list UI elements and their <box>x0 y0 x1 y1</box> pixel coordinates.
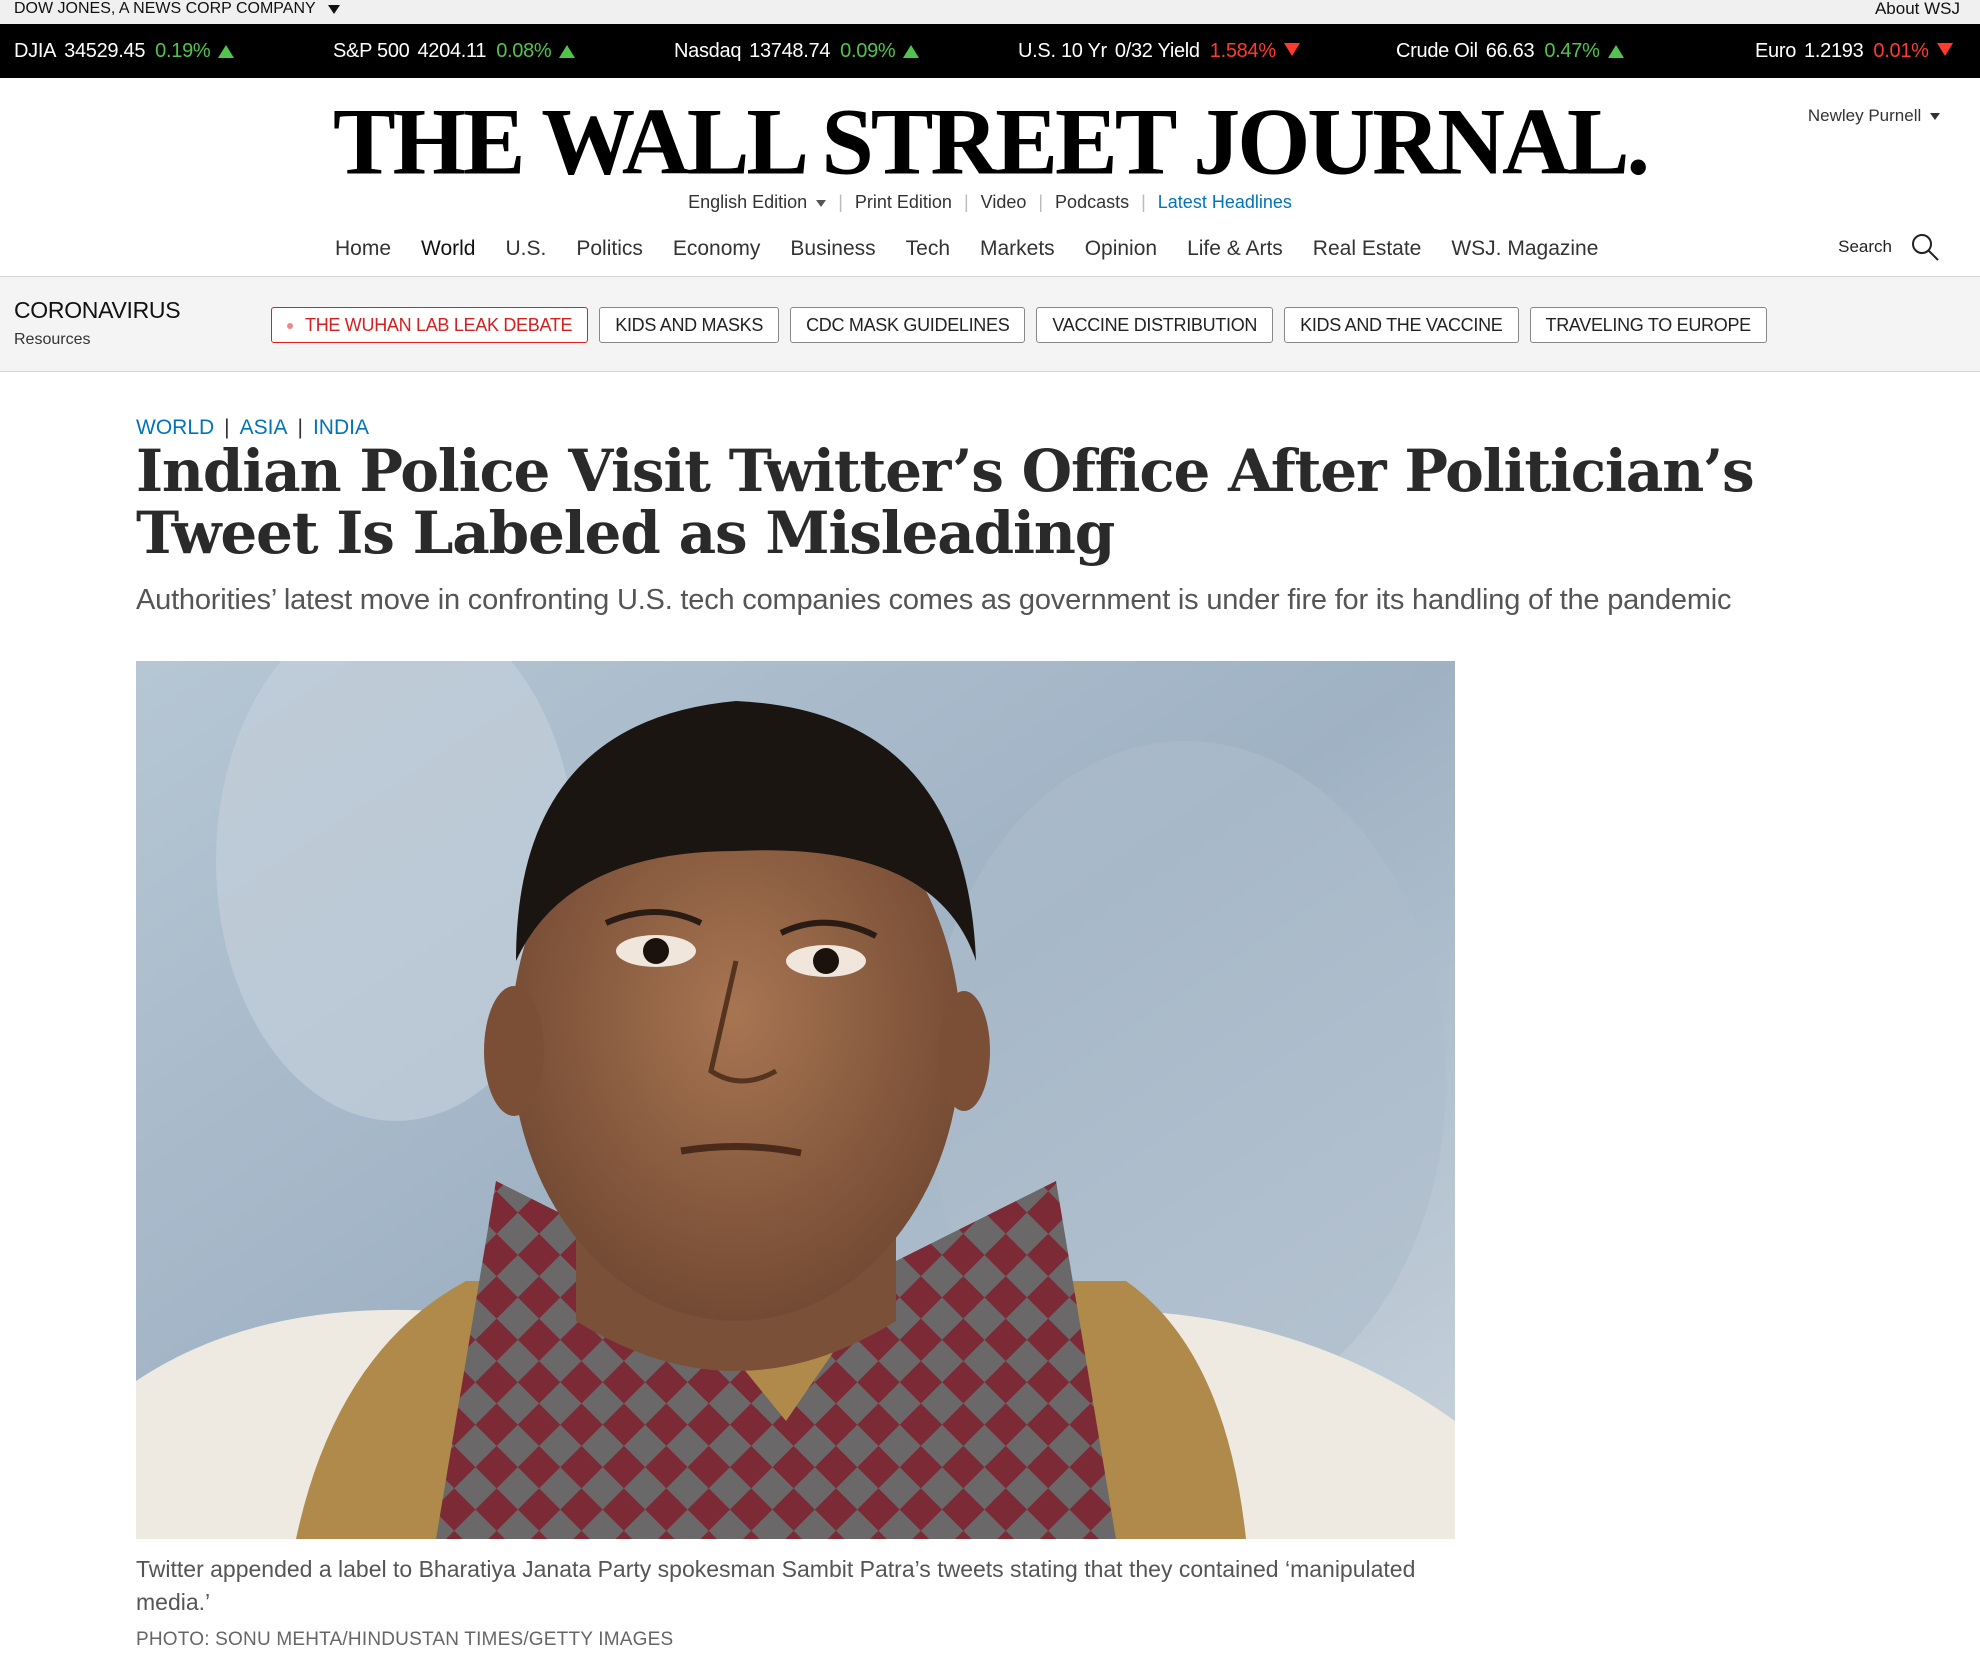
topic-pills: THE WUHAN LAB LEAK DEBATE KIDS AND MASKS… <box>271 307 1767 343</box>
divider: | <box>224 416 230 439</box>
nav-life-arts[interactable]: Life & Arts <box>1172 234 1298 264</box>
breadcrumb-world[interactable]: WORLD <box>136 416 214 439</box>
ticker-change: 0.08% <box>496 40 552 62</box>
ticker-value: 1.2193 <box>1804 40 1864 62</box>
search-icon <box>1912 234 1939 261</box>
ticker-name: S&P 500 <box>333 40 410 62</box>
dow-jones-menu[interactable]: DOW JONES, A NEWS CORP COMPANY <box>14 0 340 18</box>
breadcrumb-india[interactable]: INDIA <box>313 416 369 439</box>
nav-business[interactable]: Business <box>775 234 890 264</box>
arrow-down-icon <box>1936 43 1953 56</box>
coronavirus-subtitle: Resources <box>14 331 91 348</box>
ticker-change: 0.01% <box>1873 40 1929 62</box>
ticker-change: 0.47% <box>1544 40 1600 62</box>
english-edition-label: English Edition <box>688 192 808 212</box>
latest-headlines-link[interactable]: Latest Headlines <box>1146 192 1304 212</box>
ticker-item-crude[interactable]: Crude Oil 66.63 0.47% <box>1396 24 1624 78</box>
ticker-value: 0/32 Yield <box>1114 40 1200 62</box>
ticker-name: Crude Oil <box>1396 40 1478 62</box>
search-label: Search <box>1838 237 1892 256</box>
ticker-item-euro[interactable]: Euro 1.2193 0.01% <box>1755 24 1953 78</box>
coronavirus-title[interactable]: CORONAVIRUS <box>14 297 181 324</box>
nav-opinion[interactable]: Opinion <box>1070 234 1172 264</box>
topic-pill-wuhan-lab[interactable]: THE WUHAN LAB LEAK DEBATE <box>271 307 589 343</box>
caret-down-icon <box>327 4 340 14</box>
ticker-change: 0.19% <box>155 40 211 62</box>
breadcrumb-asia[interactable]: ASIA <box>240 416 288 439</box>
search-button[interactable]: Search <box>1838 232 1940 262</box>
topic-pill-traveling-europe[interactable]: TRAVELING TO EUROPE <box>1529 307 1767 343</box>
ticker-value: 66.63 <box>1485 40 1535 62</box>
main-nav: Home World U.S. Politics Economy Busines… <box>320 234 1613 264</box>
article-photo <box>136 661 1455 1539</box>
market-ticker: DJIA 34529.45 0.19% S&P 500 4204.11 0.08% Na… <box>0 24 1980 78</box>
arrow-up-icon <box>218 45 235 58</box>
nav-us[interactable]: U.S. <box>491 234 562 264</box>
article-headline: Indian Police Visit Twitter’s Office Aft… <box>136 437 1755 567</box>
ticker-name: DJIA <box>14 40 57 62</box>
corporate-label: DOW JONES, A NEWS CORP COMPANY <box>14 0 316 17</box>
nav-real-estate[interactable]: Real Estate <box>1298 234 1437 264</box>
arrow-up-icon <box>903 45 920 58</box>
ticker-name: Euro <box>1755 40 1797 62</box>
nav-home[interactable]: Home <box>320 234 406 264</box>
caret-down-icon <box>816 199 827 207</box>
ticker-change: 0.09% <box>840 40 896 62</box>
ticker-item-nasdaq[interactable]: Nasdaq 13748.74 0.09% <box>674 24 920 78</box>
ticker-name: U.S. 10 Yr <box>1018 40 1107 62</box>
nav-politics[interactable]: Politics <box>561 234 658 264</box>
topic-pill-kids-vaccine[interactable]: KIDS AND THE VACCINE <box>1284 307 1519 343</box>
ticker-item-sp500[interactable]: S&P 500 4204.11 0.08% <box>333 24 576 78</box>
print-edition-link[interactable]: Print Edition <box>843 192 964 212</box>
wsj-logo[interactable]: THE WALL STREET JOURNAL. <box>0 91 1980 193</box>
ticker-value: 13748.74 <box>749 40 831 62</box>
nav-world[interactable]: World <box>406 234 490 264</box>
nav-tech[interactable]: Tech <box>891 234 965 264</box>
live-dot-icon <box>287 323 293 330</box>
topic-pill-label: THE WUHAN LAB LEAK DEBATE <box>305 315 573 335</box>
ticker-value: 4204.11 <box>417 40 487 62</box>
about-wsj-link[interactable]: About WSJ <box>1875 0 1960 18</box>
podcasts-link[interactable]: Podcasts <box>1043 192 1141 212</box>
article-dek: Authorities’ latest move in confronting … <box>136 584 1732 616</box>
arrow-down-icon <box>1283 43 1300 56</box>
topic-pill-vaccine-distribution[interactable]: VACCINE DISTRIBUTION <box>1036 307 1274 343</box>
ticker-item-djia[interactable]: DJIA 34529.45 0.19% <box>14 24 235 78</box>
ticker-value: 34529.45 <box>64 40 146 62</box>
ticker-change: 1.584% <box>1209 40 1276 62</box>
edition-links: English Edition | Print Edition | Video | Pod… <box>0 192 1980 213</box>
nav-wsj-magazine[interactable]: WSJ. Magazine <box>1436 234 1613 264</box>
photo-caption: Twitter appended a label to Bharatiya Ja… <box>136 1556 1416 1615</box>
video-link[interactable]: Video <box>969 192 1039 212</box>
divider: | <box>963 192 969 212</box>
nav-economy[interactable]: Economy <box>658 234 776 264</box>
portrait-illustration <box>136 661 1455 1539</box>
ticker-name: Nasdaq <box>674 40 742 62</box>
topic-pill-cdc-mask[interactable]: CDC MASK GUIDELINES <box>790 307 1026 343</box>
photo-credit: PHOTO: SONU MEHTA/HINDUSTAN TIMES/GETTY … <box>136 1629 674 1650</box>
coronavirus-resources-bar: CORONAVIRUS Resources THE WUHAN LAB LEAK… <box>0 276 1980 372</box>
topic-pill-kids-masks[interactable]: KIDS AND MASKS <box>599 307 780 343</box>
corporate-bar: DOW JONES, A NEWS CORP COMPANY About WSJ <box>0 0 1980 24</box>
arrow-up-icon <box>1607 45 1624 58</box>
arrow-up-icon <box>559 45 576 58</box>
divider: | <box>297 416 303 439</box>
english-edition-menu[interactable]: English Edition <box>676 192 838 212</box>
nav-markets[interactable]: Markets <box>965 234 1070 264</box>
ticker-item-10yr[interactable]: U.S. 10 Yr 0/32 Yield 1.584% <box>1018 24 1300 78</box>
